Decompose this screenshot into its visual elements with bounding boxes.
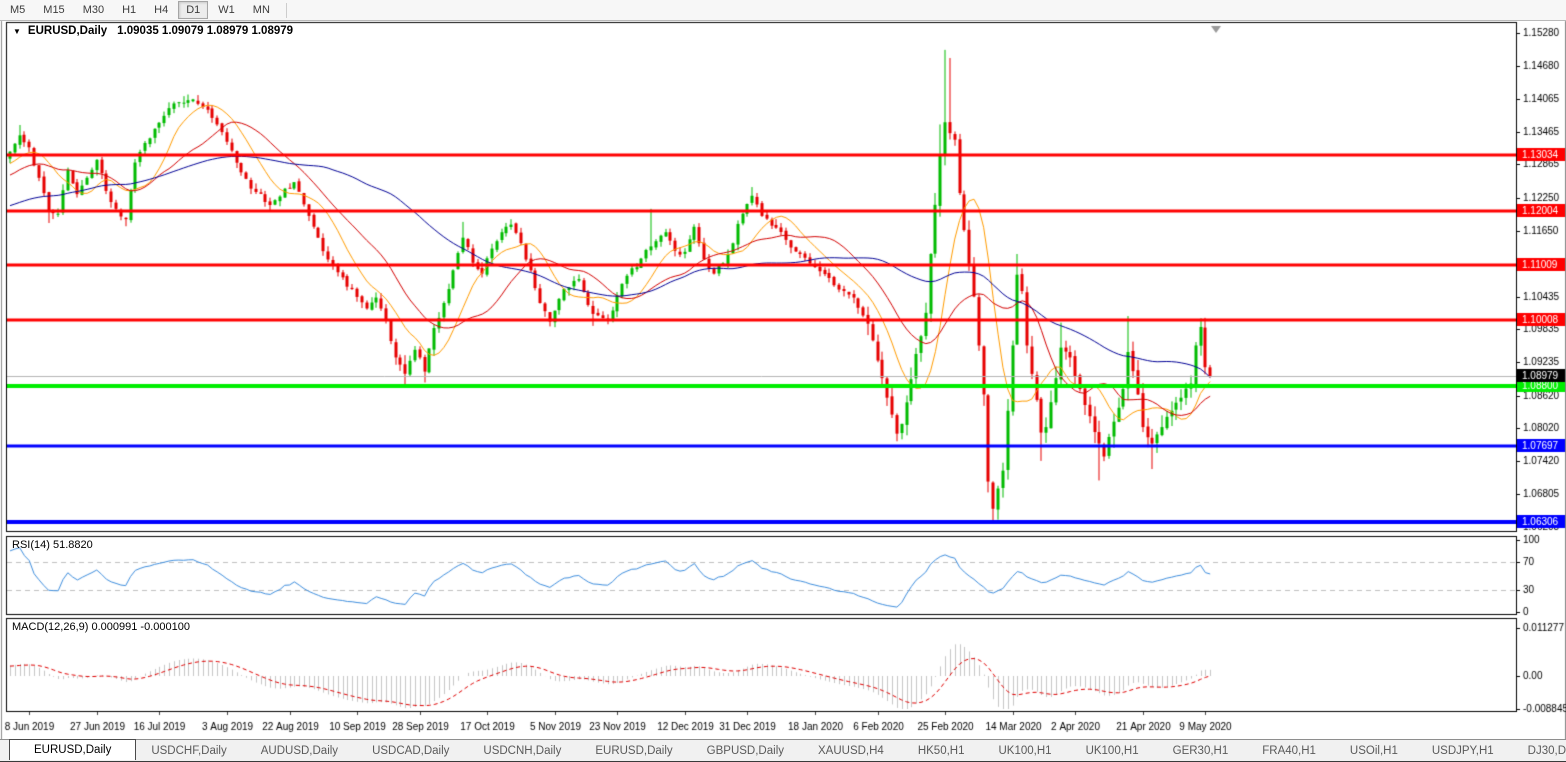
chart-ohlc-values: 1.09035 1.09079 1.08979 1.08979 <box>117 25 293 37</box>
chart-tab-usdcad-daily[interactable]: USDCAD,Daily <box>357 740 464 761</box>
chart-tab-dj30-daily[interactable]: DJ30,Daily <box>1513 740 1566 761</box>
chart-tab-hk50-h1[interactable]: HK50,H1 <box>903 740 980 761</box>
chart-tab-uk100-h1[interactable]: UK100,H1 <box>984 740 1067 761</box>
chart-title: ▼ EURUSD,Daily 1.09035 1.09079 1.08979 1… <box>13 25 293 37</box>
timeframe-button-h1[interactable]: H1 <box>114 1 144 19</box>
chart-tab-usdcnh-daily[interactable]: USDCNH,Daily <box>468 740 576 761</box>
timeframe-toolbar: M5M15M30H1H4D1W1MN <box>0 0 1566 21</box>
chart-tab-usdjpy-h1[interactable]: USDJPY,H1 <box>1417 740 1509 761</box>
chart-tab-ger30-h1[interactable]: GER30,H1 <box>1158 740 1244 761</box>
chart-tab-xauusd-h4[interactable]: XAUUSD,H4 <box>803 740 899 761</box>
chart-tab-uk100-h1[interactable]: UK100,H1 <box>1071 740 1154 761</box>
chart-tab-eurusd-daily[interactable]: EURUSD,Daily <box>9 739 136 760</box>
rsi-indicator-label: RSI(14) 51.8820 <box>12 539 93 551</box>
timeframe-button-d1[interactable]: D1 <box>178 1 208 19</box>
macd-indicator-label: MACD(12,26,9) 0.000991 -0.000100 <box>12 621 190 633</box>
chart-tab-gbpusd-daily[interactable]: GBPUSD,Daily <box>692 740 799 761</box>
timeframe-button-m5[interactable]: M5 <box>2 1 33 19</box>
mt4-terminal-window: M5M15M30H1H4D1W1MN ▼ EURUSD,Daily 1.0903… <box>0 0 1566 762</box>
chart-tab-fra40-h1[interactable]: FRA40,H1 <box>1247 740 1331 761</box>
chart-symbol-label: EURUSD,Daily <box>28 25 107 37</box>
chart-tab-audusd-daily[interactable]: AUDUSD,Daily <box>246 740 353 761</box>
chart-tabs-bar: EURUSD,DailyUSDCHF,DailyAUDUSD,DailyUSDC… <box>0 739 1566 762</box>
chart-tab-usdchf-daily[interactable]: USDCHF,Daily <box>136 740 241 761</box>
toolbar-divider <box>286 3 287 18</box>
timeframe-button-mn[interactable]: MN <box>245 1 278 19</box>
timeframe-button-m15[interactable]: M15 <box>35 1 72 19</box>
chevron-down-icon[interactable]: ▼ <box>13 27 21 36</box>
timeframe-button-m30[interactable]: M30 <box>75 1 112 19</box>
timeframe-button-h4[interactable]: H4 <box>146 1 176 19</box>
timeframe-button-w1[interactable]: W1 <box>210 1 243 19</box>
chart-tab-eurusd-daily[interactable]: EURUSD,Daily <box>580 740 687 761</box>
price-chart-canvas[interactable] <box>0 0 1566 739</box>
chart-tab-usoil-h1[interactable]: USOil,H1 <box>1335 740 1413 761</box>
